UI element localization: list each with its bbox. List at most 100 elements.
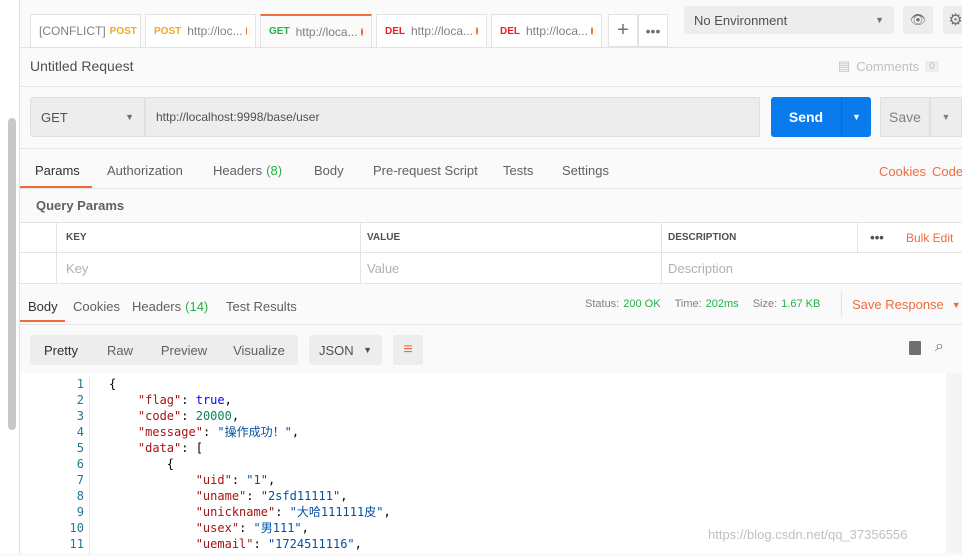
send-options-dropdown[interactable]: ▼ [841, 97, 871, 137]
method-value: GET [41, 109, 68, 125]
description-input[interactable]: Description [662, 253, 858, 283]
tab-url: http://loca... [295, 24, 358, 39]
time-value: 202ms [705, 298, 739, 310]
gear-icon[interactable]: ⚙ [943, 6, 962, 34]
save-response-button[interactable]: Save Response ▼ [852, 297, 961, 312]
view-mode-pretty[interactable]: Pretty [30, 335, 92, 365]
tab-count: (8) [266, 162, 283, 178]
eye-icon[interactable]: 👁 [903, 6, 933, 34]
editor-scrollbar[interactable] [946, 373, 962, 553]
save-options-dropdown[interactable]: ▼ [930, 97, 962, 137]
response-tab-headers[interactable]: Headers (14) [132, 290, 208, 322]
copy-icon[interactable] [909, 341, 921, 355]
request-tab[interactable]: GET http://loca... [260, 14, 372, 47]
line-number: 2 [76, 393, 84, 407]
code-token: : [ [181, 441, 203, 455]
view-mode-visualize[interactable]: Visualize [220, 335, 298, 365]
key-input[interactable]: Key [57, 253, 361, 283]
code-link[interactable]: Code [932, 164, 962, 179]
request-tab[interactable]: DEL http://loca... [491, 14, 602, 47]
code-token: "uname" [195, 489, 247, 503]
tab-tests[interactable]: Tests [503, 152, 533, 188]
new-tab-button[interactable]: + [608, 14, 638, 47]
tab-url: http://loca... [411, 24, 474, 38]
bulk-edit-link[interactable]: Bulk Edit [896, 231, 953, 245]
tab-pre-request-script[interactable]: Pre-request Script [373, 152, 478, 188]
response-tab-cookies[interactable]: Cookies [73, 290, 120, 322]
divider [20, 324, 962, 325]
environment-select[interactable]: No Environment ▼ [684, 6, 894, 34]
tab-authorization[interactable]: Authorization [107, 152, 183, 188]
line-number: 8 [76, 489, 84, 503]
wrap-lines-icon[interactable]: ≡ [393, 335, 423, 365]
url-input[interactable]: http://localhost:9998/base/user [145, 97, 760, 137]
tab-body[interactable]: Body [314, 152, 344, 188]
code-token: , [267, 473, 276, 487]
code-token: : [246, 489, 261, 503]
query-params-title: Query Params [36, 198, 125, 213]
status-label: Status: [585, 298, 620, 310]
response-tab-body[interactable]: Body [28, 290, 58, 322]
view-mode-raw[interactable]: Raw [92, 335, 148, 365]
code-token: "男111" [253, 521, 302, 535]
request-title[interactable]: Untitled Request [30, 58, 134, 74]
more-tabs-button[interactable]: ••• [638, 14, 668, 47]
save-button[interactable]: Save [880, 97, 930, 137]
tab-settings[interactable]: Settings [562, 152, 609, 188]
code-line: "message": "操作成功！", [109, 424, 299, 440]
value-input[interactable]: Value [361, 253, 662, 283]
line-number: 5 [76, 441, 84, 455]
code-token: : [253, 537, 268, 551]
environment-value: No Environment [694, 12, 788, 28]
code-token: , [301, 521, 309, 535]
unsaved-dot-icon [591, 27, 593, 35]
more-options-icon[interactable]: ••• [858, 230, 896, 245]
send-button[interactable]: Send [771, 97, 841, 137]
code-line: "usex": "男111", [109, 520, 309, 536]
tab-params[interactable]: Params [35, 152, 80, 188]
tab-label: Test Results [226, 298, 297, 314]
code-line: "uname": "2sfd11111", [109, 488, 348, 504]
code-token: , [231, 409, 240, 423]
response-body-editor[interactable]: 1 {2 "flag": true, 3 "code": 20000, 4 "mess… [20, 373, 962, 556]
view-mode-preview[interactable]: Preview [148, 335, 220, 365]
request-tab[interactable]: [CONFLICT] POST [30, 14, 141, 47]
code-token: "1724511116" [267, 537, 355, 551]
code-token: , [354, 537, 362, 551]
unsaved-dot-icon [476, 27, 478, 35]
time-label: Time: [674, 298, 702, 310]
unsaved-dot-icon [360, 27, 363, 36]
tab-headers[interactable]: Headers (8) [213, 152, 282, 188]
code-token: 20000 [195, 409, 232, 423]
size-value: 1.67 KB [781, 298, 821, 310]
format-select[interactable]: JSON ▼ [309, 335, 382, 365]
tab-label: Headers [213, 162, 263, 178]
code-token: , [224, 393, 232, 407]
size-label: Size: [752, 298, 778, 310]
tab-label: Params [35, 162, 80, 178]
line-number: 3 [76, 409, 84, 423]
params-table-row: Key Value Description [20, 253, 962, 284]
code-line: "unickname": "大哈111111皮", [109, 504, 391, 520]
cookies-link[interactable]: Cookies [879, 164, 926, 179]
comments-button[interactable]: ▤ Comments 0 [838, 58, 939, 74]
code-line: { [109, 376, 116, 392]
method-select[interactable]: GET ▼ [30, 97, 145, 137]
search-icon[interactable]: ⌕ [935, 338, 944, 356]
request-tab[interactable]: DEL http://loca... [376, 14, 487, 47]
comment-icon: ▤ [838, 58, 851, 73]
tab-label: Headers [132, 298, 182, 314]
request-tab[interactable]: POST http://loc... [145, 14, 256, 47]
tab-label: Tests [503, 162, 534, 178]
divider [20, 86, 962, 87]
response-tab-test-results[interactable]: Test Results [226, 290, 297, 322]
sidebar-scrollbar[interactable] [8, 118, 16, 430]
code-token: : [239, 521, 254, 535]
code-token: "大哈111111皮" [289, 505, 384, 519]
code-token: "2sfd11111" [260, 489, 341, 503]
